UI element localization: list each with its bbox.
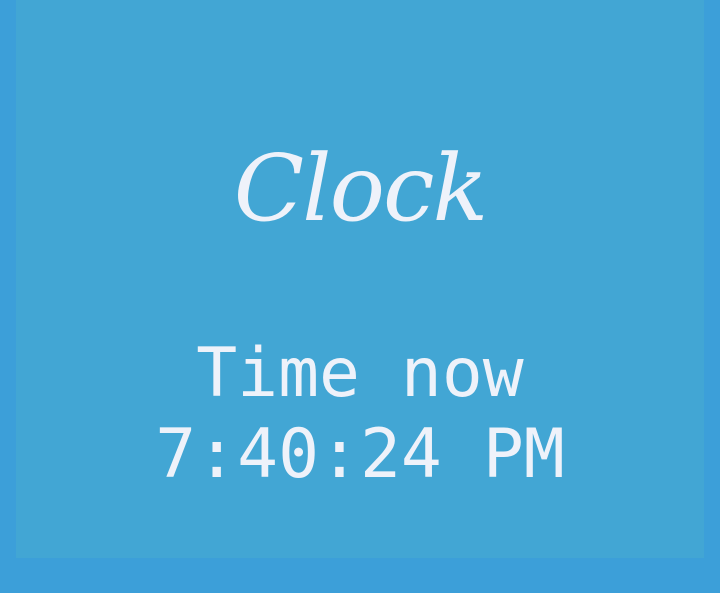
time-label: Time now — [196, 334, 524, 413]
clock-card: Clock Time now 7:40:24 PM — [16, 0, 704, 558]
clock-title: Clock — [233, 135, 488, 242]
time-value: 7:40:24 PM — [155, 415, 565, 494]
